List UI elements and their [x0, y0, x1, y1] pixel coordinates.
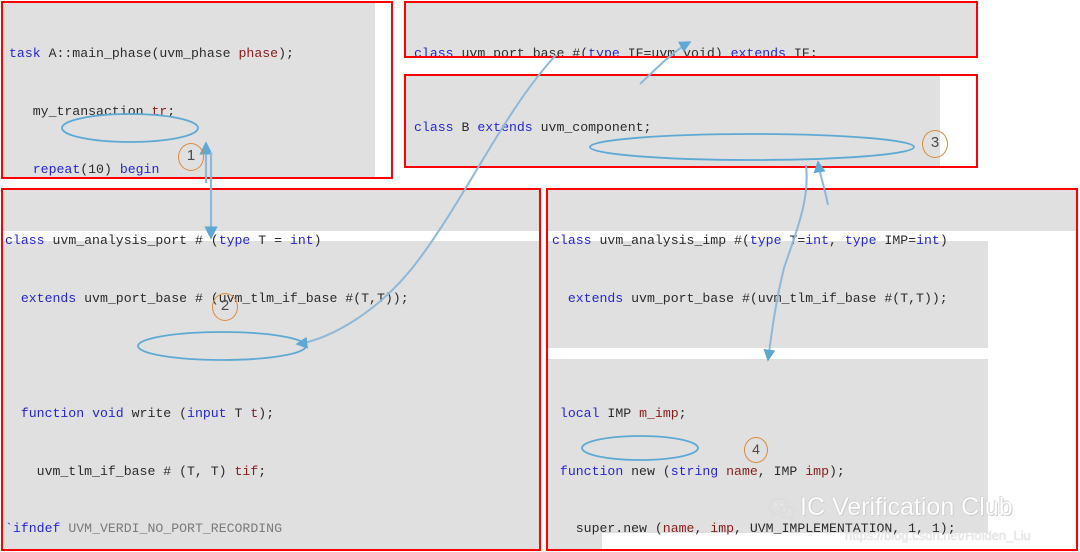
code-line: class uvm_analysis_imp #(type T=int, typ… [552, 233, 948, 249]
code-line: function void write (input T t); [20, 406, 275, 422]
wechat-icon [768, 498, 796, 521]
code-line: class uvm_port_base #(type IF=uvm_void) … [414, 46, 818, 58]
code-panel-uvm-analysis-port: class uvm_analysis_port # (type T = int)… [1, 188, 541, 551]
code-panel-uvm-port-base: class uvm_port_base #(type IF=uvm_void) … [404, 1, 978, 58]
watermark-brand: IC Verification Club [800, 493, 1013, 521]
code-line: uvm_tlm_if_base # (T, T) tif; [5, 463, 267, 479]
code-line: extends uvm_port_base # (uvm_tlm_if_base… [20, 291, 409, 306]
code-line: class B extends uvm_component; [414, 120, 652, 136]
code-block-uvm-analysis-port: class uvm_analysis_port # (type T = int)… [3, 190, 539, 549]
code-block-uvm-port-base: class uvm_port_base #(type IF=uvm_void) … [406, 3, 976, 58]
step-badge-4: 4 [744, 437, 768, 463]
code-line: function new (string name, IMP imp); [559, 463, 845, 479]
code-line: class uvm_analysis_port # (type T = int) [5, 233, 322, 249]
figure-canvas: task A::main_phase(uvm_phase phase); my_… [0, 0, 1080, 552]
code-line: task A::main_phase(uvm_phase phase); [9, 46, 294, 62]
step-badge-1: 1 [178, 143, 204, 171]
step-badge-3: 3 [922, 130, 948, 158]
step-badge-2: 2 [212, 293, 238, 321]
code-line: extends uvm_port_base #(uvm_tlm_if_base … [567, 291, 948, 306]
code-line: local IMP m_imp; [559, 406, 687, 422]
watermark-url: https://blog.csdn.net/Holden_Liu [845, 528, 1031, 543]
code-line: my_transaction tr; [9, 104, 176, 119]
code-block-class-b: class B extends uvm_component; `uvm_comp… [406, 76, 976, 166]
code-line: `ifndef UVM_VERDI_NO_PORT_RECORDING [5, 521, 283, 537]
code-panel-class-b: class B extends uvm_component; `uvm_comp… [404, 74, 978, 168]
